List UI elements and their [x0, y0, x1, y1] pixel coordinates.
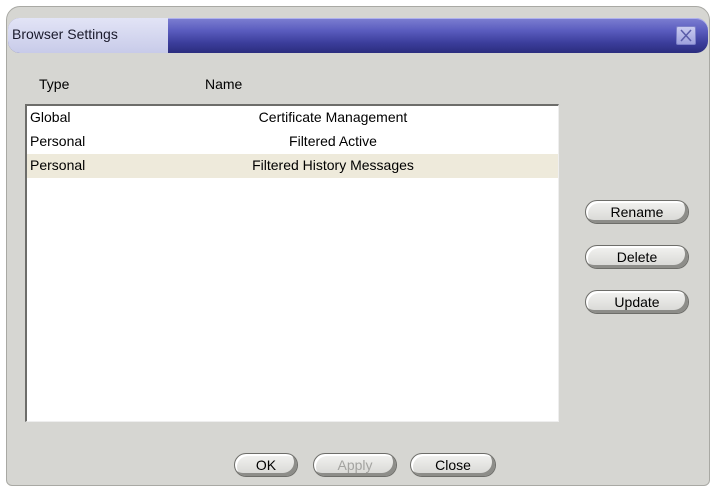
ok-button[interactable]: OK [234, 453, 298, 477]
row-name: Filtered Active [289, 133, 377, 149]
list-row-selected[interactable]: Personal Filtered History Messages [27, 154, 558, 178]
settings-list[interactable]: Global Certificate Management Personal F… [25, 104, 559, 422]
row-type: Personal [30, 157, 86, 173]
row-type: Personal [30, 133, 86, 149]
list-row[interactable]: Personal Filtered Active [27, 130, 558, 154]
close-window-button[interactable] [676, 26, 696, 45]
column-header-type[interactable]: Type [39, 76, 69, 92]
row-name: Filtered History Messages [252, 157, 414, 173]
window-title: Browser Settings [12, 26, 118, 42]
row-type: Global [30, 109, 71, 125]
row-name: Certificate Management [258, 109, 408, 125]
column-header-name[interactable]: Name [205, 76, 242, 92]
delete-button[interactable]: Delete [585, 245, 689, 269]
apply-button[interactable]: Apply [313, 453, 397, 477]
close-x-icon [680, 29, 692, 42]
update-button[interactable]: Update [585, 290, 689, 314]
close-button[interactable]: Close [410, 453, 496, 477]
title-bar[interactable]: Browser Settings [8, 18, 708, 53]
rename-button[interactable]: Rename [585, 200, 689, 224]
list-row[interactable]: Global Certificate Management [27, 106, 558, 130]
